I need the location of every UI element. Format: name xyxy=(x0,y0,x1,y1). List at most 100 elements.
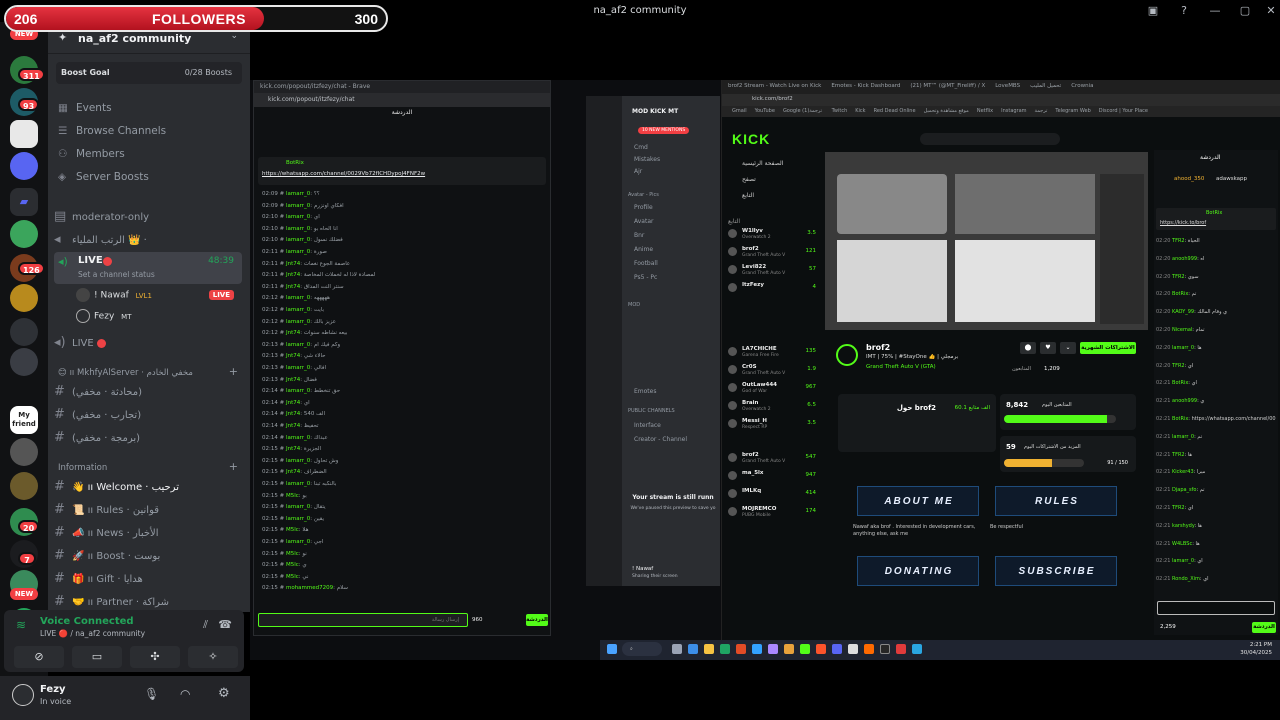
voice-user-fezy[interactable]: Fezy MT xyxy=(76,309,242,327)
followed-channel[interactable]: LA7CHICHE Garena Free Fire 135 xyxy=(728,346,818,361)
chat-user[interactable]: TFR2 xyxy=(1172,452,1185,458)
avatar[interactable] xyxy=(12,684,34,706)
chat-user[interactable]: BotRix xyxy=(1172,291,1188,297)
chat-user[interactable]: Jnt74 xyxy=(286,469,300,475)
browser-tab[interactable]: تحميل المليب xyxy=(1030,83,1061,89)
telegram-icon[interactable] xyxy=(912,644,922,654)
channel-gift[interactable]: # 🎁 ıı Gift · هدايا xyxy=(54,571,242,591)
chat-user[interactable]: lamarr_0 xyxy=(286,481,310,487)
panel-about-me[interactable]: ABOUT ME xyxy=(857,486,979,516)
mentions-badge[interactable]: 10 NEW MENTIONS xyxy=(638,127,690,134)
mini-channel[interactable]: Interface xyxy=(634,422,661,429)
folder-icon[interactable]: ▰ xyxy=(10,188,38,216)
chat-user[interactable]: W4LBSc xyxy=(1172,541,1192,547)
voice-user-nawaf[interactable]: ! Nawaf LVL1 LIVE xyxy=(76,288,242,306)
bookmark[interactable]: Gmail xyxy=(732,108,747,114)
boost-goal[interactable]: Boost Goal 0/28 Boosts xyxy=(56,62,242,84)
stream-game[interactable]: Grand Theft Auto V (GTA) xyxy=(866,364,936,370)
noise-suppression-icon[interactable]: ⫽ xyxy=(203,618,208,632)
screen-share-button[interactable]: ▭ xyxy=(72,646,122,668)
discord-icon[interactable] xyxy=(832,644,842,654)
chat-user[interactable]: lamarr_0 xyxy=(286,191,310,197)
chat-user[interactable]: Jnt74 xyxy=(286,377,300,383)
app-icon[interactable] xyxy=(848,644,858,654)
channel-hidden-2[interactable]: # (تجارب · مخفي) xyxy=(54,407,242,427)
chat-user[interactable]: anooh999 xyxy=(1172,398,1197,404)
chat-user[interactable]: lamarr_0 xyxy=(286,365,310,371)
chat-user[interactable]: M5lc xyxy=(286,493,299,499)
camera-off-button[interactable]: ⊘ xyxy=(14,646,64,668)
kick-logo[interactable]: KICK xyxy=(732,131,770,147)
channel-status-input[interactable]: Set a channel status xyxy=(78,270,155,279)
mini-channel[interactable]: Avatar xyxy=(634,218,653,225)
server-icon[interactable] xyxy=(10,472,38,500)
mini-channel[interactable]: Bnr xyxy=(634,232,644,239)
mini-channel[interactable]: Ajr xyxy=(634,168,642,175)
chat-user[interactable]: lamarr_0 xyxy=(286,342,310,348)
chat-user[interactable]: lamarr_0 xyxy=(286,214,310,220)
voice-channel-live-2[interactable]: ◂) LIVE xyxy=(54,335,242,355)
chat-user[interactable]: anooh999 xyxy=(1172,256,1197,262)
chat-user[interactable]: karshydy xyxy=(1172,523,1194,529)
chat-user[interactable]: Rondo_Xim xyxy=(1172,576,1200,582)
chat-user[interactable]: Jnt74 xyxy=(286,284,300,290)
followed-channel[interactable]: IMLKq 414 xyxy=(728,488,818,503)
chat-user[interactable]: Kicker43 xyxy=(1172,469,1194,475)
chat-user[interactable]: lamarr_0 xyxy=(286,237,310,243)
add-channel-icon[interactable]: + xyxy=(229,365,238,378)
panel-donating[interactable]: DONATING xyxy=(857,556,979,586)
mini-channel[interactable]: Cmd xyxy=(634,144,648,151)
app-icon[interactable] xyxy=(768,644,778,654)
mini-channel[interactable]: Mistakes xyxy=(634,156,660,163)
chat-user[interactable]: lamarr_0 xyxy=(286,504,310,510)
followed-channel[interactable]: ItzFezy 4 xyxy=(728,282,818,297)
channel-rules[interactable]: # 📜 ıı Rules · قوانين xyxy=(54,502,242,522)
chat-user[interactable]: lamarr_0 xyxy=(286,295,310,301)
start-icon[interactable] xyxy=(607,644,617,654)
disconnect-icon[interactable]: ☎ xyxy=(218,618,232,631)
taskbar-clock[interactable]: 2:21 PM 30/04/2025 xyxy=(1240,641,1272,657)
kick-search-input[interactable] xyxy=(920,133,1060,145)
share-icon[interactable]: ⬤ xyxy=(1020,342,1036,354)
explorer-icon[interactable] xyxy=(704,644,714,654)
chat-user[interactable]: Jnt74 xyxy=(286,423,300,429)
microphone-icon[interactable]: 🎙 xyxy=(144,687,159,701)
mini-category[interactable]: Avatar - Pics xyxy=(628,192,659,198)
chat-input[interactable]: إرسال رسالة xyxy=(258,613,468,627)
mini-channel[interactable]: Football xyxy=(634,260,658,267)
followed-channel[interactable]: W1llyv Overwatch 2 3.5 xyxy=(728,228,818,243)
followed-channel[interactable]: Messi_H Respect RP 3.5 xyxy=(728,418,818,433)
chevron-down-icon[interactable]: ⌄ xyxy=(1060,342,1076,354)
server-icon[interactable] xyxy=(10,220,38,248)
server-icon[interactable] xyxy=(10,438,38,466)
browser-tab[interactable]: Crownia xyxy=(1071,83,1093,89)
activities-button[interactable]: ✣ xyxy=(130,646,180,668)
bookmark[interactable]: Telegram Web xyxy=(1055,108,1090,114)
bookmark[interactable]: Netflix xyxy=(977,108,993,114)
app-icon[interactable] xyxy=(864,644,874,654)
channel-ranks[interactable]: ◂ الرتب الملياء 👑 · xyxy=(54,232,242,252)
chat-user[interactable]: TFR2 xyxy=(1172,274,1185,280)
channel-news[interactable]: # 📣 ıı News · الأخبار xyxy=(54,525,242,545)
streamer-avatar[interactable] xyxy=(836,344,858,366)
chat-user[interactable]: lamarr_0 xyxy=(1172,434,1194,440)
heart-icon[interactable]: ♥ xyxy=(1040,342,1056,354)
followed-channel[interactable]: brof2 Grand Theft Auto V 547 xyxy=(728,452,818,467)
bookmark[interactable]: Red Dead Online xyxy=(874,108,916,114)
popout-url[interactable]: kick.com/popout/itzfezy/chat xyxy=(254,93,550,107)
app-icon[interactable] xyxy=(784,644,794,654)
obs-icon[interactable] xyxy=(880,644,890,654)
chat-user[interactable]: lamarr_0 xyxy=(286,539,310,545)
kick-nav-home[interactable]: الصفحة الرئيسية xyxy=(742,160,783,167)
server-icon[interactable] xyxy=(10,348,38,376)
mini-category[interactable]: PUBLIC CHANNELS xyxy=(628,408,675,414)
followed-channel[interactable]: Levi822 Grand Theft Auto V 57 xyxy=(728,264,818,279)
nav-members[interactable]: ⚇ Members xyxy=(58,148,125,168)
bookmark[interactable]: موقع مشاهدة وتحميل xyxy=(924,108,969,114)
kick-chat-send[interactable]: الدردشة xyxy=(1252,622,1276,633)
browser-tab[interactable]: (21) MT™ (@MT_Fireliff) / X xyxy=(910,83,985,89)
panel-rules[interactable]: RULES xyxy=(995,486,1117,516)
bookmark[interactable]: Discord | Your Place xyxy=(1099,108,1148,114)
bookmark[interactable]: YouTube xyxy=(755,108,775,114)
chat-user[interactable]: TFR2 xyxy=(1172,363,1185,369)
